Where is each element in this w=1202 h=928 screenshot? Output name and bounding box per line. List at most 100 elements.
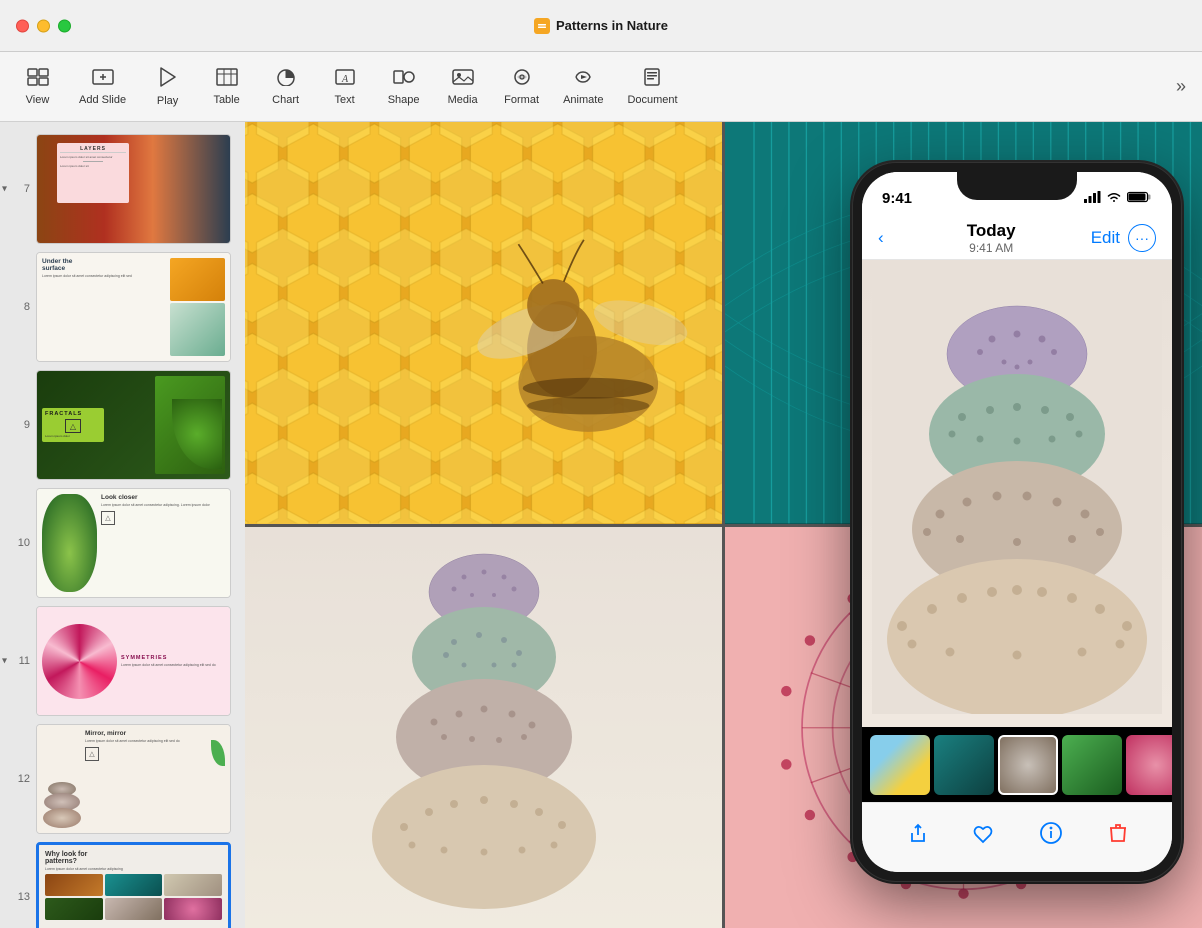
back-button[interactable]: ‹: [878, 228, 884, 248]
slide-panel: ▾ 7 LAYERS Lorem ipsum dolor sit amet co…: [0, 122, 245, 928]
title-bar: Patterns in Nature: [0, 0, 1202, 52]
animate-icon: [572, 68, 594, 92]
slide-thumb-8[interactable]: Under thesurface Lorem ipsum dolor sit a…: [36, 252, 231, 362]
slide-item-13[interactable]: 13 Why look forpatterns? Lorem ipsum dol…: [0, 838, 245, 928]
photos-date-sub: 9:41 AM: [892, 241, 1091, 255]
media-icon: [452, 68, 474, 92]
toolbar-format[interactable]: Format: [494, 62, 549, 112]
toolbar-animate[interactable]: Animate: [553, 62, 613, 112]
thumb-4[interactable]: [1062, 735, 1122, 795]
toolbar-more-button[interactable]: »: [1170, 70, 1192, 103]
slide-number-11: 11: [8, 655, 30, 667]
toolbar-table[interactable]: Table: [199, 62, 254, 112]
toolbar-table-label: Table: [213, 94, 239, 106]
toolbar-document-label: Document: [627, 94, 677, 106]
canvas-area[interactable]: 9:41: [245, 122, 1202, 928]
shape-icon: [393, 68, 415, 92]
toolbar-text-label: Text: [335, 94, 355, 106]
window-title-area: Patterns in Nature: [534, 18, 668, 34]
status-icons: [1084, 190, 1152, 206]
toolbar-document[interactable]: Document: [617, 62, 687, 112]
wifi-icon: [1106, 190, 1122, 206]
close-button[interactable]: [16, 19, 29, 32]
toolbar-format-label: Format: [504, 94, 539, 106]
toolbar-play-label: Play: [157, 95, 178, 107]
collapse-arrow-7[interactable]: ▾: [2, 184, 7, 195]
thumb-1[interactable]: [870, 735, 930, 795]
thumb-2[interactable]: [934, 735, 994, 795]
slide-thumb-13[interactable]: Why look forpatterns? Lorem ipsum dolor …: [36, 842, 231, 928]
toolbar-text[interactable]: A Text: [317, 62, 372, 112]
slide-item-10[interactable]: 10 Look closer Lorem ipsum dolor sit ame…: [0, 484, 245, 602]
quad-bottom-left: [245, 527, 722, 928]
slide-number-9: 9: [8, 419, 30, 431]
maximize-button[interactable]: [58, 19, 71, 32]
thumb-3[interactable]: [998, 735, 1058, 795]
photos-nav: ‹ Today 9:41 AM Edit ···: [862, 216, 1172, 260]
slide-number-10: 10: [8, 537, 30, 549]
info-button[interactable]: [1033, 815, 1069, 851]
slide-number-13: 13: [8, 891, 30, 903]
add-slide-icon: [92, 68, 114, 92]
favorite-button[interactable]: [965, 815, 1001, 851]
photos-content: [862, 260, 1172, 872]
delete-button[interactable]: [1100, 815, 1136, 851]
slide-number-7: 7: [8, 183, 30, 195]
edit-button[interactable]: Edit: [1091, 228, 1120, 248]
signal-icon: [1084, 191, 1101, 206]
slide-number-8: 8: [8, 301, 30, 313]
collapse-arrow-11[interactable]: ▾: [2, 656, 7, 667]
toolbar-shape[interactable]: Shape: [376, 62, 431, 112]
svg-text:A: A: [341, 74, 349, 85]
iphone-notch: [957, 172, 1077, 200]
toolbar-view-label: View: [26, 94, 50, 106]
photos-date: Today 9:41 AM: [892, 221, 1091, 255]
photos-toolbar: [862, 802, 1172, 872]
iphone-screen: 9:41: [862, 172, 1172, 872]
slide-thumb-11[interactable]: SYMMETRIES Lorem ipsum dolor sit amet co…: [36, 606, 231, 716]
slide-item-9[interactable]: 9 FRACTALS △ Lorem ipsum dolor: [0, 366, 245, 484]
toolbar-shape-label: Shape: [388, 94, 420, 106]
toolbar-animate-label: Animate: [563, 94, 603, 106]
view-icon: [27, 68, 49, 92]
slide-item-7[interactable]: ▾ 7 LAYERS Lorem ipsum dolor sit amet co…: [0, 130, 245, 248]
toolbar-view[interactable]: View: [10, 62, 65, 112]
chart-icon: [275, 68, 297, 92]
toolbar-media[interactable]: Media: [435, 62, 490, 112]
toolbar-media-label: Media: [448, 94, 478, 106]
thumb-5[interactable]: [1126, 735, 1172, 795]
iphone-overlay: 9:41: [852, 162, 1182, 882]
traffic-lights: [16, 19, 71, 32]
slide-thumb-10[interactable]: Look closer Lorem ipsum dolor sit amet c…: [36, 488, 231, 598]
toolbar-add-slide-label: Add Slide: [79, 94, 126, 106]
battery-icon: [1127, 191, 1152, 206]
table-icon: [216, 68, 238, 92]
toolbar-add-slide[interactable]: Add Slide: [69, 62, 136, 112]
toolbar-chart[interactable]: Chart: [258, 62, 313, 112]
toolbar: View Add Slide Play Table: [0, 52, 1202, 122]
quad-top-left: [245, 122, 722, 524]
toolbar-chart-label: Chart: [272, 94, 299, 106]
thumbnail-strip: [862, 727, 1172, 802]
main-layout: ▾ 7 LAYERS Lorem ipsum dolor sit amet co…: [0, 122, 1202, 928]
toolbar-play[interactable]: Play: [140, 61, 195, 113]
document-icon: [642, 68, 664, 92]
slide-item-8[interactable]: 8 Under thesurface Lorem ipsum dolor sit…: [0, 248, 245, 366]
text-icon: A: [334, 68, 356, 92]
slide-item-12[interactable]: 12 Mirror, mirror Lorem ipsum dolor sit …: [0, 720, 245, 838]
slide-number-12: 12: [8, 773, 30, 785]
app-icon: [534, 18, 550, 34]
share-button[interactable]: [898, 815, 934, 851]
play-icon: [159, 67, 177, 93]
minimize-button[interactable]: [37, 19, 50, 32]
slide-thumb-7[interactable]: LAYERS Lorem ipsum dolor sit amet consec…: [36, 134, 231, 244]
photos-date-main: Today: [967, 221, 1016, 240]
more-button[interactable]: ···: [1128, 224, 1156, 252]
main-photo: [862, 260, 1172, 727]
more-icon: ···: [1135, 230, 1149, 246]
format-icon: [511, 68, 533, 92]
slide-thumb-12[interactable]: Mirror, mirror Lorem ipsum dolor sit ame…: [36, 724, 231, 834]
slide-thumb-9[interactable]: FRACTALS △ Lorem ipsum dolor: [36, 370, 231, 480]
iphone-frame: 9:41: [852, 162, 1182, 882]
slide-item-11[interactable]: ▾ 11 SYMMETRIES Lorem ipsum dolor sit am…: [0, 602, 245, 720]
